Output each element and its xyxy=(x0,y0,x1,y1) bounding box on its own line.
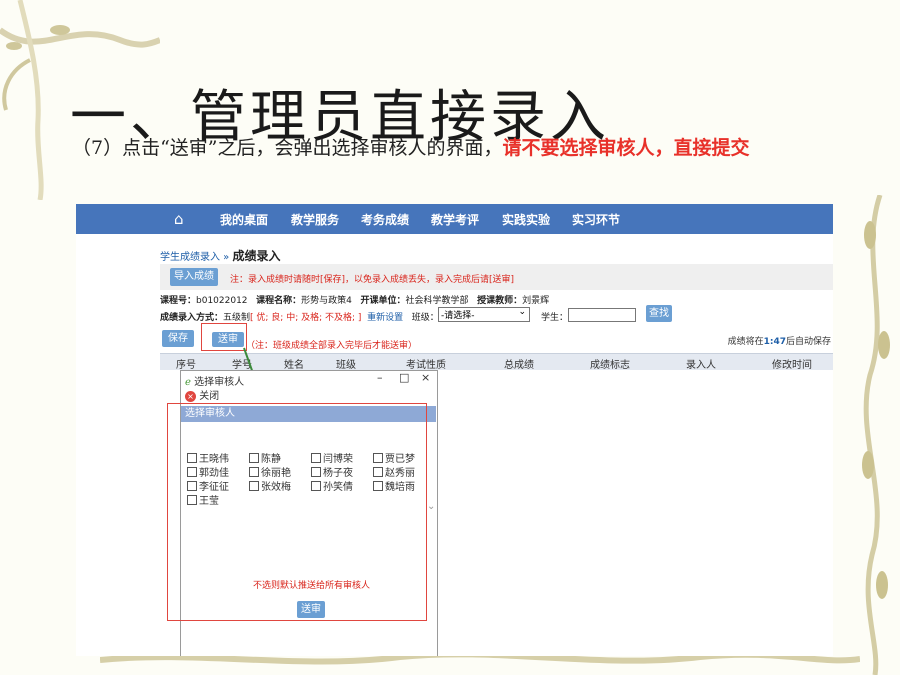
course-code: b01022012 xyxy=(196,296,248,306)
chevron-down-icon[interactable]: ⌄ xyxy=(427,501,435,512)
course-dept-label: 开课单位： xyxy=(360,296,406,306)
maximize-icon[interactable]: □ xyxy=(399,371,409,384)
mode-options: [ 优; 良; 中; 及格; 不及格; ] xyxy=(250,313,362,323)
autosave-time: 1:47 xyxy=(763,337,786,347)
embedded-screenshot: ⌂ 我的桌面 教学服务 考务成绩 教学考评 实践实验 实习环节 学生成绩录入 »… xyxy=(76,204,833,656)
col-modified-time: 修改时间 xyxy=(772,360,812,371)
chevron-down-icon: ⌄ xyxy=(518,307,526,317)
dialog-close-label: 关闭 xyxy=(199,391,220,402)
instruction-highlight: 请不要选择审核人，直接提交 xyxy=(502,137,750,159)
class-select[interactable]: -请选择- ⌄ xyxy=(438,307,530,322)
import-grades-button[interactable]: 导入成绩 xyxy=(170,268,218,286)
close-circle-icon: × xyxy=(185,390,196,402)
nav-item-exam-grades[interactable]: 考务成绩 xyxy=(361,211,409,228)
close-icon[interactable]: × xyxy=(421,371,430,384)
dialog-titlebar: ℯ 选择审核人 xyxy=(185,373,244,388)
autosave-status: 成绩将在1:47后自动保存 xyxy=(728,334,831,347)
vine-decoration-right xyxy=(862,195,890,675)
search-button[interactable]: 查找 xyxy=(646,305,672,322)
breadcrumb-separator: » xyxy=(220,252,233,263)
col-grade-flag: 成绩标志 xyxy=(590,360,630,371)
grading-mode: 成绩录入方式：五级制[ 优; 良; 中; 及格; 不及格; ] 重新设置 班级： xyxy=(160,310,439,323)
course-code-label: 课程号： xyxy=(160,296,197,306)
nav-item-practice-lab[interactable]: 实践实验 xyxy=(502,211,550,228)
breadcrumb-parent[interactable]: 学生成绩录入 xyxy=(160,252,220,263)
col-entered-by: 录入人 xyxy=(686,360,716,371)
nav-item-internship[interactable]: 实习环节 xyxy=(572,211,620,228)
course-dept: 社会科学教学部 xyxy=(405,296,469,306)
dialog-close-button[interactable]: × 关闭 xyxy=(185,387,219,402)
top-navbar: ⌂ 我的桌面 教学服务 考务成绩 教学考评 实践实验 实习环节 xyxy=(76,204,833,234)
class-label: 班级： xyxy=(411,313,439,323)
autosave-post: 后自动保存 xyxy=(785,337,831,347)
col-total: 总成绩 xyxy=(504,360,534,371)
col-exam-type: 考试性质 xyxy=(406,360,446,371)
mode-value: 五级制 xyxy=(223,313,251,323)
highlight-dialog-box xyxy=(167,403,427,621)
save-button[interactable]: 保存 xyxy=(162,330,194,347)
reset-link[interactable]: 重新设置 xyxy=(367,313,403,323)
class-select-value: -请选择- xyxy=(441,311,475,321)
home-icon[interactable]: ⌂ xyxy=(174,210,184,228)
nav-item-desktop[interactable]: 我的桌面 xyxy=(220,211,268,228)
slide-instruction: （7）点击“送审”之后，会弹出选择审核人的界面，请不要选择审核人，直接提交 xyxy=(72,134,812,163)
autosave-pre: 成绩将在 xyxy=(727,337,764,347)
nav-item-teaching-evaluation[interactable]: 教学考评 xyxy=(431,211,479,228)
instruction-text: （7）点击“送审”之后，会弹出选择审核人的界面， xyxy=(72,137,503,159)
course-teacher: 刘景辉 xyxy=(522,296,550,306)
student-label: 学生： xyxy=(541,313,569,323)
col-index: 序号 xyxy=(176,360,196,371)
course-name: 形势与政策4 xyxy=(301,296,352,306)
course-teacher-label: 授课教师： xyxy=(477,296,523,306)
breadcrumb-current: 成绩录入 xyxy=(232,249,281,263)
minimize-icon[interactable]: – xyxy=(377,371,383,384)
course-info: 课程号：b01022012 课程名称：形势与政策4 开课单位：社会科学教学部 授… xyxy=(160,293,549,306)
col-class: 班级 xyxy=(336,360,356,371)
course-name-label: 课程名称： xyxy=(256,296,302,306)
student-input[interactable] xyxy=(568,308,636,322)
breadcrumb: 学生成绩录入 » 成绩录入 xyxy=(160,247,281,264)
save-notice: 注：录入成绩时请随时[保存]，以免录入成绩丢失，录入完成后请[送审] xyxy=(230,275,515,285)
mode-label: 成绩录入方式： xyxy=(160,313,224,323)
nav-item-teaching-service[interactable]: 教学服务 xyxy=(291,211,339,228)
